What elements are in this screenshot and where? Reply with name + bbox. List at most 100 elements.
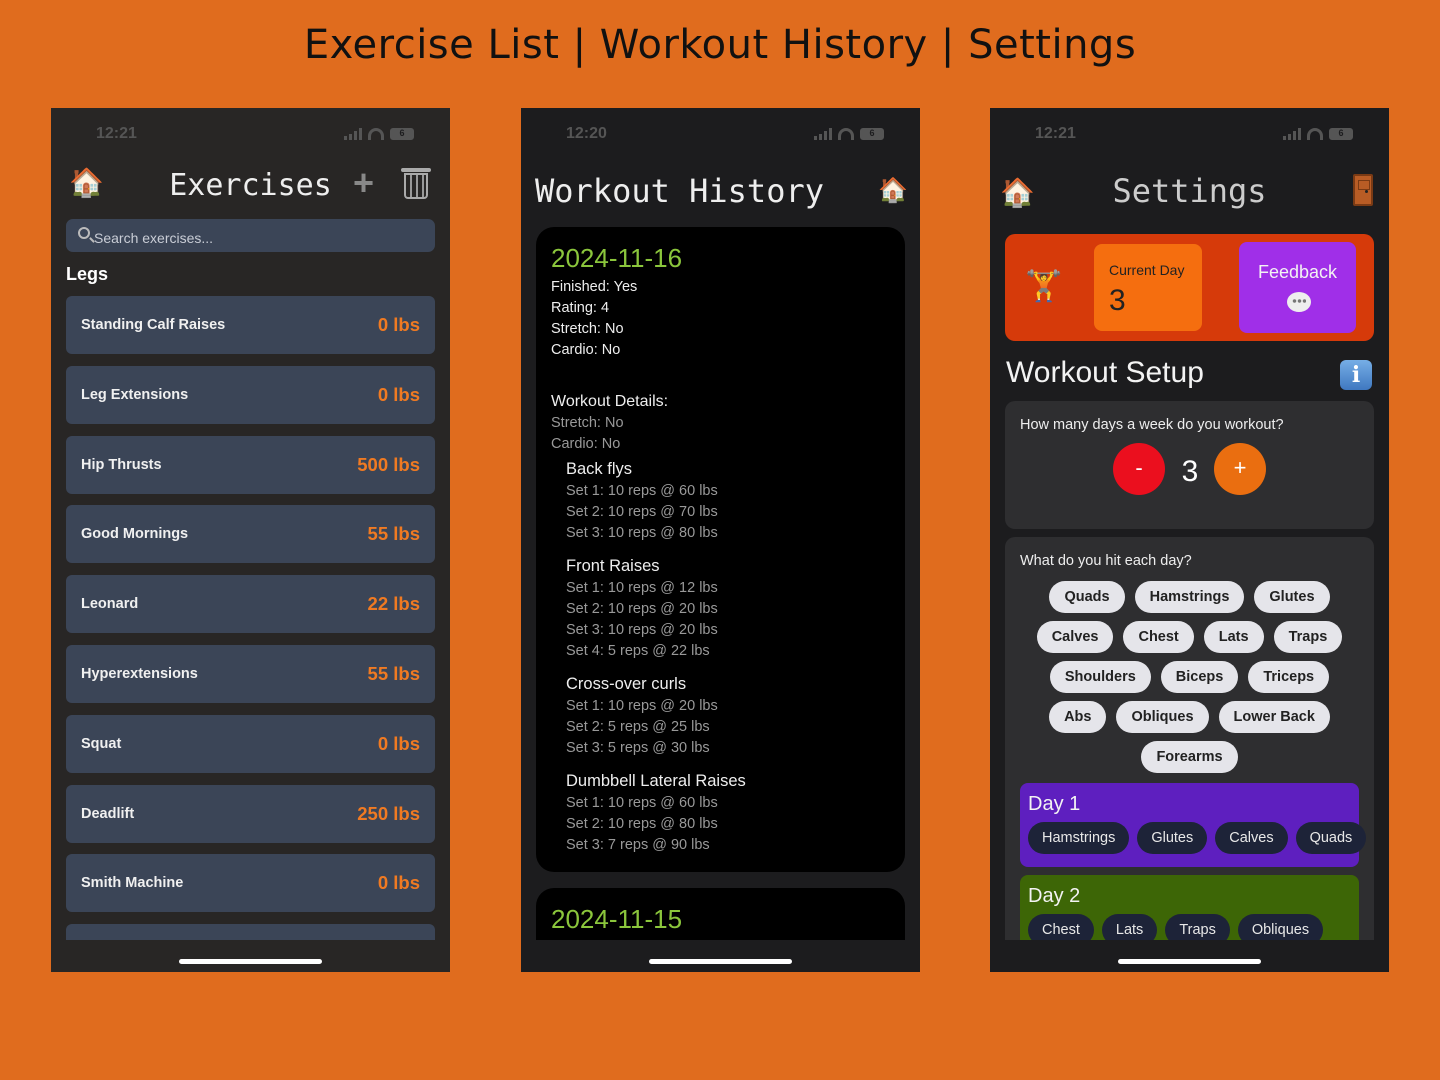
set-line: Set 1: 10 reps @ 20 lbs: [566, 698, 718, 714]
set-line: Set 2: 10 reps @ 70 lbs: [566, 504, 718, 520]
history-card[interactable]: 2024-11-16 Finished: Yes Rating: 4 Stret…: [536, 227, 905, 872]
exercise-row[interactable]: Standing Calf Raises 0 lbs: [66, 296, 435, 354]
screen-title: Workout History: [535, 172, 824, 210]
trash-icon[interactable]: [401, 166, 431, 200]
finished-status: Finished: Yes: [551, 279, 638, 295]
exercise-row[interactable]: Hip Thrusts 500 lbs: [66, 435, 435, 494]
muscle-chip-grid: Quads Hamstrings Glutes Calves Chest Lats Trap…: [1005, 581, 1374, 781]
exercise-row[interactable]: [66, 924, 435, 940]
decrement-days-button[interactable]: -: [1113, 443, 1165, 495]
muscle-chip[interactable]: Forearms: [1141, 741, 1238, 773]
workout-date: 2024-11-15: [551, 904, 683, 934]
exercise-name: Leonard: [81, 596, 139, 613]
exercise-name: Smith Machine: [81, 875, 184, 892]
exercise-name: Hip Thrusts: [81, 456, 162, 473]
exercise-row[interactable]: Leg Extensions 0 lbs: [66, 365, 435, 424]
exercise-weight: 0 lbs: [377, 732, 420, 754]
plus-icon[interactable]: +: [353, 162, 374, 204]
door-icon[interactable]: [1353, 174, 1373, 206]
exercise-weight: 250 lbs: [357, 802, 420, 824]
muscle-chip[interactable]: Lats: [1203, 621, 1264, 653]
exercises-screen: 12:21 6 🏠 Exercises + Legs Standing Calf…: [51, 108, 450, 972]
history-exercise: Back flys Set 1: 10 reps @ 60 lbs Set 2: 1…: [566, 457, 890, 544]
wifi-icon: [1307, 128, 1323, 140]
day-muscle-chip[interactable]: Glutes: [1137, 822, 1208, 854]
muscle-chip[interactable]: Biceps: [1160, 661, 1239, 693]
muscle-chip[interactable]: Shoulders: [1049, 661, 1151, 693]
set-line: Set 3: 7 reps @ 90 lbs: [566, 837, 710, 853]
search-input[interactable]: [94, 219, 424, 252]
days-per-week-card: How many days a week do you workout? - 3…: [1005, 401, 1374, 529]
exercise-row[interactable]: Smith Machine 0 lbs: [66, 854, 435, 913]
day-muscle-chip[interactable]: Hamstrings: [1028, 822, 1130, 854]
page-title: Exercise List | Workout History | Settin…: [303, 22, 1137, 68]
muscle-chip[interactable]: Chest: [1123, 621, 1194, 653]
workout-history-screen: 12:20 6 Workout History 🏠 2024-11-16 Fin…: [521, 108, 920, 972]
muscle-chip[interactable]: Traps: [1273, 621, 1343, 653]
cellular-signal-icon: [344, 128, 362, 140]
exercise-name: Squat: [81, 735, 122, 752]
set-line: Set 3: 5 reps @ 30 lbs: [566, 740, 710, 756]
exercise-name: Good Mornings: [81, 526, 189, 543]
exercise-list: Standing Calf Raises 0 lbs Leg Extensions 0…: [66, 296, 435, 940]
home-indicator[interactable]: [1118, 959, 1261, 964]
history-exercise-name: Front Raises: [566, 557, 660, 575]
day-muscle-chip[interactable]: Calves: [1215, 822, 1288, 854]
details-cardio: Cardio: No: [551, 436, 621, 452]
weightlifter-icon: 🏋: [1025, 269, 1063, 304]
muscle-chip[interactable]: Quads: [1049, 581, 1125, 613]
current-day-label: Current Day: [1109, 262, 1185, 278]
battery-icon: 6: [1329, 128, 1353, 140]
cellular-signal-icon: [1283, 128, 1301, 140]
search-bar[interactable]: [66, 219, 435, 252]
exercise-weight: 55 lbs: [367, 662, 420, 684]
exercise-row[interactable]: Squat 0 lbs: [66, 714, 435, 773]
info-icon[interactable]: i: [1340, 360, 1372, 390]
history-exercise-name: Back flys: [566, 460, 633, 478]
set-line: Set 2: 5 reps @ 25 lbs: [566, 719, 710, 735]
exercise-name: Standing Calf Raises: [81, 317, 226, 333]
home-indicator[interactable]: [179, 959, 322, 964]
rating: Rating: 4: [551, 300, 610, 316]
chip-row: Calves Chest Lats Traps: [1005, 621, 1374, 653]
exercise-row[interactable]: Deadlift 250 lbs: [66, 784, 435, 843]
workout-date: 2024-11-16: [551, 243, 683, 273]
increment-days-button[interactable]: +: [1214, 443, 1266, 495]
exercise-name: Deadlift: [81, 805, 135, 822]
muscle-chip[interactable]: Abs: [1049, 701, 1107, 733]
cardio-status: Cardio: No: [551, 342, 621, 358]
muscle-chip[interactable]: Obliques: [1116, 701, 1209, 733]
muscle-chip[interactable]: Glutes: [1254, 581, 1330, 613]
history-exercise-name: Dumbbell Lateral Raises: [566, 772, 746, 790]
muscle-chip[interactable]: Calves: [1036, 621, 1114, 653]
muscle-assignment-card: What do you hit each day? Quads Hamstring…: [1005, 537, 1374, 957]
muscle-chip[interactable]: Lower Back: [1218, 701, 1330, 733]
exercise-row[interactable]: Leonard 22 lbs: [66, 575, 435, 634]
set-line: Set 2: 10 reps @ 80 lbs: [566, 816, 718, 832]
day-muscle-chip[interactable]: Quads: [1295, 822, 1367, 854]
details-stretch: Stretch: No: [551, 415, 624, 431]
day-title: Day 1: [1028, 793, 1081, 815]
exercise-weight: 0 lbs: [377, 872, 420, 894]
cellular-signal-icon: [814, 128, 832, 140]
status-bar: 12:21 6: [990, 108, 1389, 160]
battery-icon: 6: [390, 128, 414, 140]
section-header: Legs: [66, 264, 109, 284]
exercise-row[interactable]: Good Mornings 55 lbs: [66, 505, 435, 564]
chip-row: Forearms: [1005, 741, 1374, 773]
day-title: Day 2: [1028, 885, 1081, 907]
muscle-chip[interactable]: Hamstrings: [1134, 581, 1245, 613]
day-muscle-list: Hamstrings Glutes Calves Quads: [1028, 822, 1367, 854]
workout-setup-title: Workout Setup: [1006, 356, 1204, 389]
day-card-1[interactable]: Day 1 Hamstrings Glutes Calves Quads: [1020, 783, 1367, 867]
muscle-chip[interactable]: Triceps: [1248, 661, 1330, 693]
house-icon[interactable]: 🏠: [878, 176, 908, 204]
set-line: Set 1: 10 reps @ 60 lbs: [566, 795, 718, 811]
exercise-row[interactable]: Hyperextensions 55 lbs: [66, 644, 435, 703]
home-indicator[interactable]: [649, 959, 792, 964]
status-time: 12:21: [96, 125, 137, 142]
battery-icon: 6: [860, 128, 884, 140]
exercise-weight: 0 lbs: [377, 314, 420, 335]
feedback-button[interactable]: Feedback: [1239, 242, 1356, 333]
hit-question: What do you hit each day?: [1020, 553, 1192, 569]
